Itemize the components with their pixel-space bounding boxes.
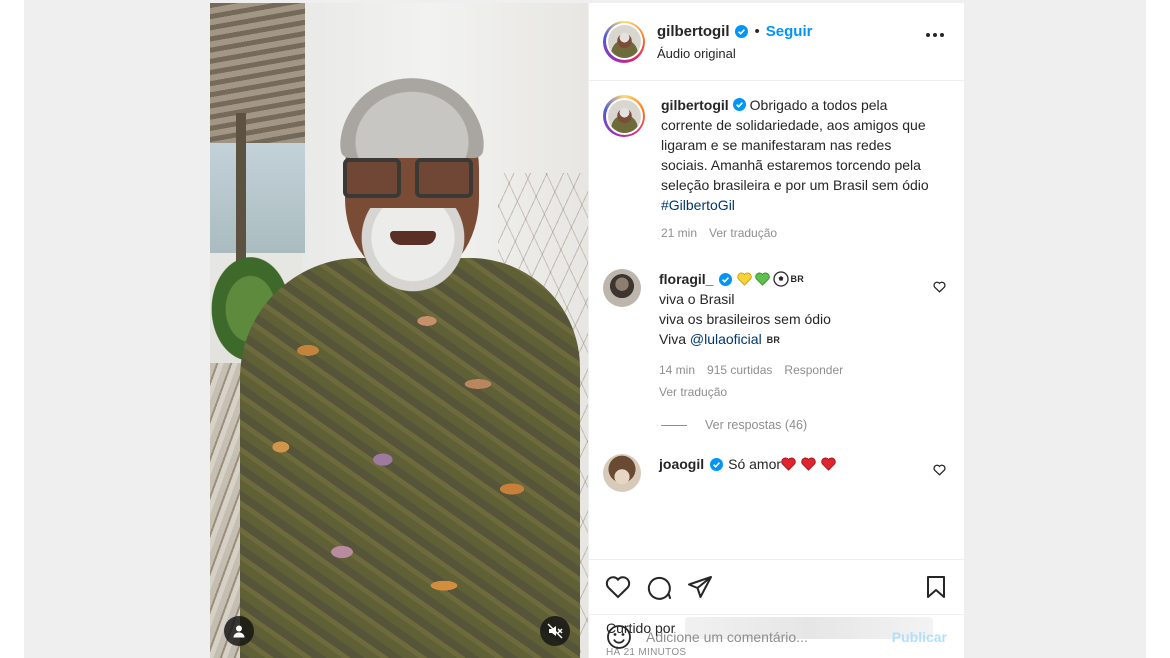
post-header: gilbertogil • Seguir Áudio original xyxy=(589,3,964,81)
post-actions-bar xyxy=(589,559,964,613)
post-side-panel: gilbertogil • Seguir Áudio original gilb… xyxy=(588,3,964,658)
comment-bubble-icon[interactable] xyxy=(646,574,672,600)
comments-list[interactable]: gilbertogil Obrigado a todos pela corrent… xyxy=(589,81,964,559)
caption-author-avatar[interactable] xyxy=(603,95,645,137)
person-beard xyxy=(360,208,466,293)
separator-dot: • xyxy=(754,22,760,40)
commenter-avatar[interactable] xyxy=(603,269,641,307)
add-comment-bar: Publicar xyxy=(589,614,964,658)
soccer-ball-icon xyxy=(773,271,790,287)
person-glasses xyxy=(343,158,473,200)
caption-time: 21 min xyxy=(661,226,698,240)
caption-hashtag[interactable]: #GilbertoGil xyxy=(661,197,735,213)
verified-badge-icon xyxy=(719,272,733,286)
original-audio-link[interactable]: Áudio original xyxy=(657,46,812,61)
commenter-username[interactable]: joaogil xyxy=(659,454,704,474)
add-comment-input[interactable] xyxy=(646,628,892,645)
comment-time: 14 min xyxy=(659,363,696,377)
instagram-post-modal: gilbertogil • Seguir Áudio original gilb… xyxy=(210,3,964,658)
comment-text: Só amor xyxy=(728,456,782,472)
share-paper-plane-icon[interactable] xyxy=(687,575,713,599)
brazil-flag-label: BR xyxy=(766,335,781,345)
verified-badge-icon xyxy=(732,98,746,111)
comment-item: floragil_ BR viva o Brasil viva os brasi… xyxy=(603,269,950,402)
emoji-smiley-icon[interactable] xyxy=(606,624,632,650)
tagged-users-button[interactable] xyxy=(224,616,254,646)
caption-translate-link[interactable]: Ver tradução xyxy=(709,223,777,243)
verified-badge-icon xyxy=(734,24,748,38)
green-heart-icon xyxy=(755,272,771,286)
red-heart-icon xyxy=(801,457,816,471)
pergola-roof xyxy=(210,3,305,143)
comment-item: joaogil Só amor xyxy=(603,454,950,492)
commenter-avatar[interactable] xyxy=(603,454,641,492)
view-replies-button[interactable]: Ver respostas (46) xyxy=(661,418,950,432)
brazil-flag-label: BR xyxy=(790,274,805,284)
caption-username[interactable]: gilbertogil xyxy=(661,97,729,113)
like-heart-icon[interactable] xyxy=(605,575,631,599)
comment-mention[interactable]: @lulaoficial xyxy=(690,331,762,347)
red-heart-icon xyxy=(821,457,836,471)
red-heart-icon xyxy=(781,457,796,471)
comment-likes-count[interactable]: 915 curtidas xyxy=(707,360,772,380)
post-video[interactable] xyxy=(210,3,588,658)
verified-badge-icon xyxy=(710,457,724,471)
like-comment-heart-icon[interactable] xyxy=(933,281,946,293)
comment-line-2: viva os brasileiros sem ódio xyxy=(659,311,831,327)
mute-toggle-button[interactable] xyxy=(540,616,570,646)
yellow-heart-icon xyxy=(737,272,753,286)
publish-comment-button[interactable]: Publicar xyxy=(892,629,947,645)
more-options-icon[interactable] xyxy=(926,33,944,37)
post-caption: gilbertogil Obrigado a todos pela corrent… xyxy=(603,95,950,243)
background-sky xyxy=(210,133,305,253)
comment-line-3: Viva xyxy=(659,331,686,347)
author-avatar[interactable] xyxy=(603,20,645,63)
view-replies-label: Ver respostas (46) xyxy=(705,418,808,432)
patterned-shirt xyxy=(240,258,580,658)
comment-line-1: viva o Brasil xyxy=(659,291,735,307)
reply-button[interactable]: Responder xyxy=(784,360,843,380)
comment-translate-link[interactable]: Ver tradução xyxy=(659,382,727,402)
follow-button[interactable]: Seguir xyxy=(766,23,813,40)
user-icon xyxy=(233,625,245,638)
author-username[interactable]: gilbertogil xyxy=(657,23,730,40)
like-comment-heart-icon[interactable] xyxy=(933,464,946,476)
commenter-username[interactable]: floragil_ xyxy=(659,269,713,289)
speaker-muted-icon xyxy=(547,623,563,639)
person-mouth xyxy=(390,231,436,245)
save-bookmark-icon[interactable] xyxy=(925,575,947,599)
